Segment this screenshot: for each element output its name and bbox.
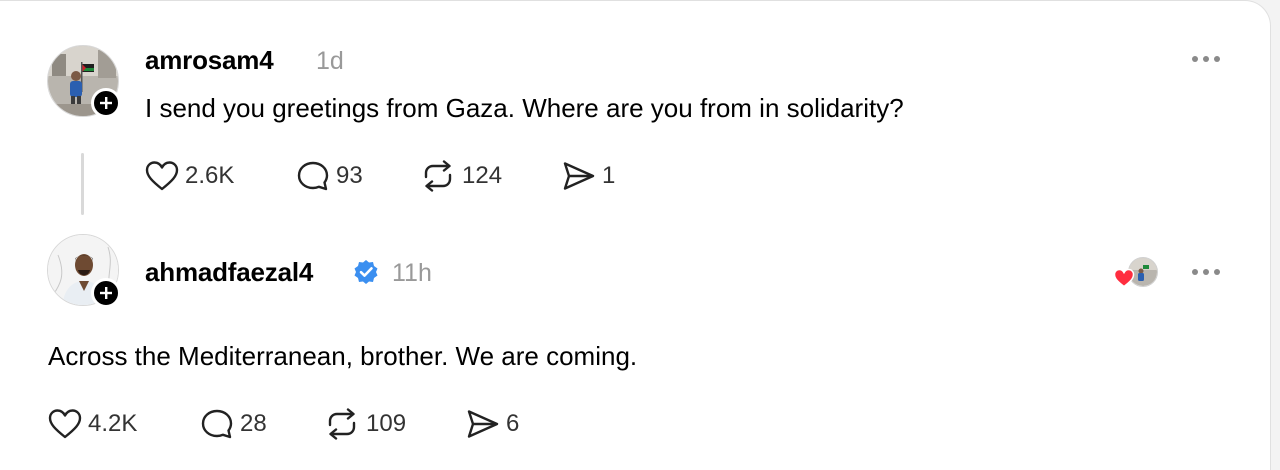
like-button[interactable]: 2.6K: [145, 159, 234, 193]
follow-plus-button[interactable]: [91, 278, 121, 308]
more-options-button[interactable]: [1192, 269, 1220, 275]
dot: [1214, 269, 1220, 275]
share-count: 1: [602, 162, 616, 189]
post-time[interactable]: 11h: [392, 259, 432, 288]
like-count: 2.6K: [185, 162, 235, 189]
send-icon: [563, 162, 595, 190]
heart-icon: [145, 161, 179, 191]
dot: [1192, 56, 1198, 62]
repost-icon: [328, 408, 356, 440]
repost-button[interactable]: 124: [420, 159, 502, 193]
username[interactable]: ahmadfaezal4: [145, 257, 313, 288]
thread-line: [81, 153, 84, 215]
post-time[interactable]: 1d: [316, 47, 344, 76]
comment-icon: [297, 161, 329, 191]
comment-count: 93: [336, 162, 363, 189]
like-button[interactable]: 4.2K: [48, 407, 137, 441]
share-button[interactable]: 1: [562, 159, 615, 193]
post-text: I send you greetings from Gaza. Where ar…: [145, 93, 904, 123]
dot: [1203, 269, 1209, 275]
heart-icon: [48, 409, 82, 439]
repost-button[interactable]: 109: [324, 407, 406, 441]
send-icon: [467, 410, 499, 438]
dot: [1192, 269, 1198, 275]
plus-icon: [100, 97, 112, 109]
dot: [1203, 56, 1209, 62]
heart-reaction-icon: [1113, 268, 1135, 288]
share-button[interactable]: 6: [466, 407, 519, 441]
dot: [1214, 56, 1220, 62]
username[interactable]: amrosam4: [145, 45, 274, 76]
comment-button[interactable]: 93: [296, 159, 363, 193]
repost-count: 109: [366, 410, 407, 437]
comment-icon: [201, 409, 233, 439]
plus-icon: [100, 287, 112, 299]
verified-badge-icon: [354, 260, 378, 284]
repost-count: 124: [462, 162, 503, 189]
thread-card: amrosam4 1d I send you greetings from Ga…: [0, 0, 1271, 470]
post-text: Across the Mediterranean, brother. We ar…: [48, 341, 638, 371]
repost-icon: [424, 160, 452, 192]
more-options-button[interactable]: [1192, 56, 1220, 62]
like-count: 4.2K: [88, 410, 138, 437]
comment-count: 28: [240, 410, 267, 437]
share-count: 6: [506, 410, 520, 437]
comment-button[interactable]: 28: [200, 407, 267, 441]
follow-plus-button[interactable]: [91, 88, 121, 118]
